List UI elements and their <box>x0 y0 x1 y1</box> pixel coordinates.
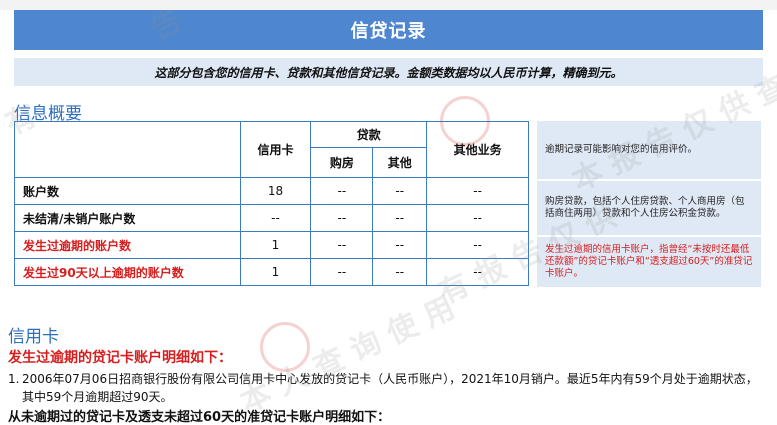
list-item: 1. 2006年07月06日招商银行股份有限公司信用卡中心发放的贷记卡（人民币账户… <box>8 370 763 406</box>
overdue-heading: 发生过逾期的贷记卡账户明细如下： <box>8 350 232 366</box>
note-overdue-definition: 发生过逾期的信用卡账户，指曾经“未按时还最低还款额”的贷记卡账户和“透支超过60… <box>537 237 761 287</box>
table-row: 发生过逾期的账户数 1 -- -- -- <box>14 231 529 259</box>
cutoff-heading: 从未逾期过的贷记卡及透支未超过60天的准贷记卡账户明细如下： <box>8 410 391 425</box>
header-credit-card: 信用卡 <box>239 121 312 178</box>
cell-other: -- <box>372 177 428 205</box>
cell-housing: -- <box>310 258 374 286</box>
header-other-business: 其他业务 <box>426 121 529 178</box>
row-label: 账户数 <box>14 177 241 205</box>
cell-other: -- <box>372 204 428 232</box>
table-row: 发生过90天以上逾期的账户数 1 -- -- -- <box>14 258 529 286</box>
row-label: 未结清/未销户账户数 <box>14 204 241 232</box>
seal-icon <box>260 322 310 372</box>
detail-text: 2006年07月06日招商银行股份有限公司信用卡中心发放的贷记卡（人民币账户），… <box>22 372 758 404</box>
credit-card-section-title: 信用卡 <box>8 327 59 347</box>
row-label: 发生过逾期的账户数 <box>14 231 241 259</box>
cell-other: -- <box>372 258 428 286</box>
note-overdue-impact: 逾期记录可能影响对您的信用评价。 <box>537 121 761 179</box>
page-title: 信贷记录 <box>350 21 427 42</box>
cell-other-business: -- <box>426 177 529 205</box>
cell-credit-card: 18 <box>239 177 312 205</box>
cell-other-business: -- <box>426 231 529 259</box>
header-loan: 贷款 <box>310 121 428 148</box>
cell-housing: -- <box>310 177 374 205</box>
note-housing-loan: 购房贷款，包括个人住房贷款、个人商用房（包括商住两用）贷款和个人住房公积金贷款。 <box>537 181 761 235</box>
subtitle: 这部分包含您的信用卡、贷款和其他信贷记录。金额类数据均以人民币计算，精确到元。 <box>14 58 763 86</box>
table-row: 账户数 18 -- -- -- <box>14 177 529 205</box>
table-row: 未结清/未销户账户数 -- -- -- -- <box>14 204 529 232</box>
cell-credit-card: -- <box>239 204 312 232</box>
header-other: 其他 <box>372 147 428 178</box>
page-title-bar: 信贷记录 <box>14 10 763 50</box>
cell-credit-card: 1 <box>239 258 312 286</box>
detail-number: 1. <box>8 372 20 386</box>
overview-notes: 逾期记录可能影响对您的信用评价。 购房贷款，包括个人住房贷款、个人商用房（包括商… <box>537 121 761 287</box>
top-strip <box>0 0 777 10</box>
overview-table: 信用卡 贷款 其他业务 购房 其他 账户数 18 -- -- -- 未结清/未销… <box>14 121 529 286</box>
cell-credit-card: 1 <box>239 231 312 259</box>
cell-other-business: -- <box>426 258 529 286</box>
table-header-row: 信用卡 贷款 其他业务 <box>14 121 529 178</box>
row-label: 发生过90天以上逾期的账户数 <box>14 258 241 286</box>
cell-other: -- <box>372 231 428 259</box>
cell-housing: -- <box>310 231 374 259</box>
header-housing: 购房 <box>310 147 374 178</box>
cell-other-business: -- <box>426 204 529 232</box>
header-blank <box>14 121 241 178</box>
cell-housing: -- <box>310 204 374 232</box>
